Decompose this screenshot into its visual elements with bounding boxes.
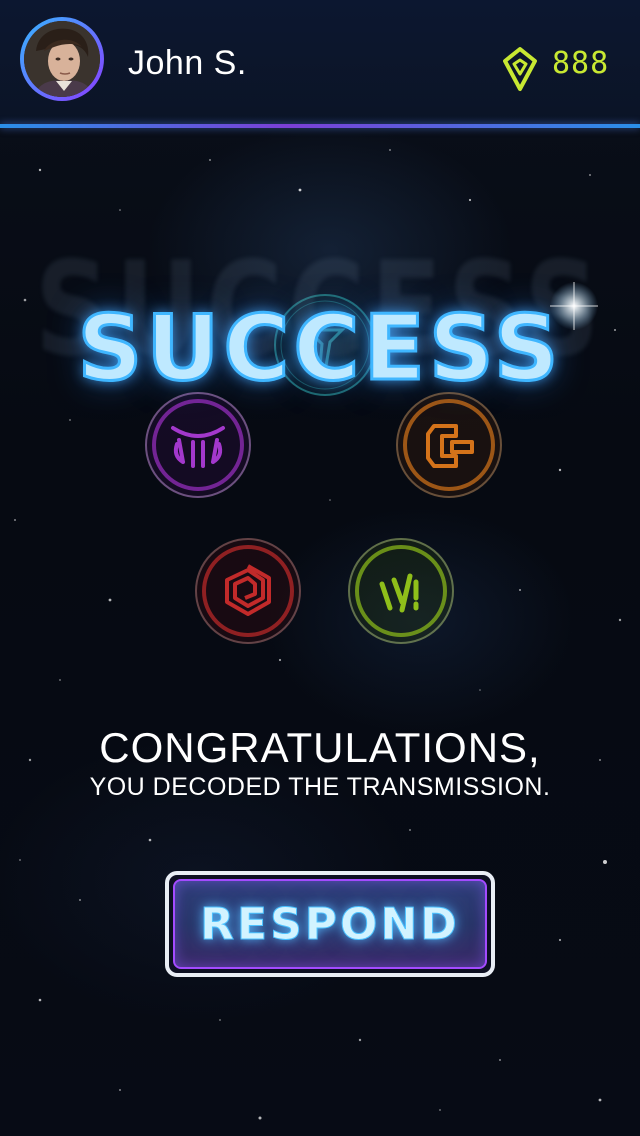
gem-icon (503, 47, 537, 91)
success-screen: John S. 888 SUCCESS SUCCESS CONGRATULATI… (0, 0, 640, 1136)
top-bar: John S. 888 (0, 0, 640, 124)
avatar-portrait-icon (24, 21, 100, 97)
respond-button[interactable]: RESPOND (165, 871, 495, 977)
respond-button-label: RESPOND (200, 898, 460, 950)
orange-glyph-icon (396, 392, 502, 498)
congratulations-heading: CONGRATULATIONS, (99, 724, 541, 771)
red-glyph-icon (195, 538, 301, 644)
purple-glyph-icon (145, 392, 251, 498)
lens-flare-icon (550, 282, 598, 330)
username: John S. (128, 44, 247, 82)
header-divider (0, 124, 640, 128)
avatar[interactable] (20, 17, 104, 101)
decoded-message: YOU DECODED THE TRANSMISSION. (89, 773, 551, 801)
gem-count: 888 (552, 46, 610, 81)
success-title: SUCCESS (76, 295, 563, 403)
respond-button-face[interactable]: RESPOND (173, 879, 487, 969)
success-banner: SUCCESS SUCCESS (0, 230, 640, 410)
avatar-image (24, 21, 100, 97)
green-glyph-icon (348, 538, 454, 644)
